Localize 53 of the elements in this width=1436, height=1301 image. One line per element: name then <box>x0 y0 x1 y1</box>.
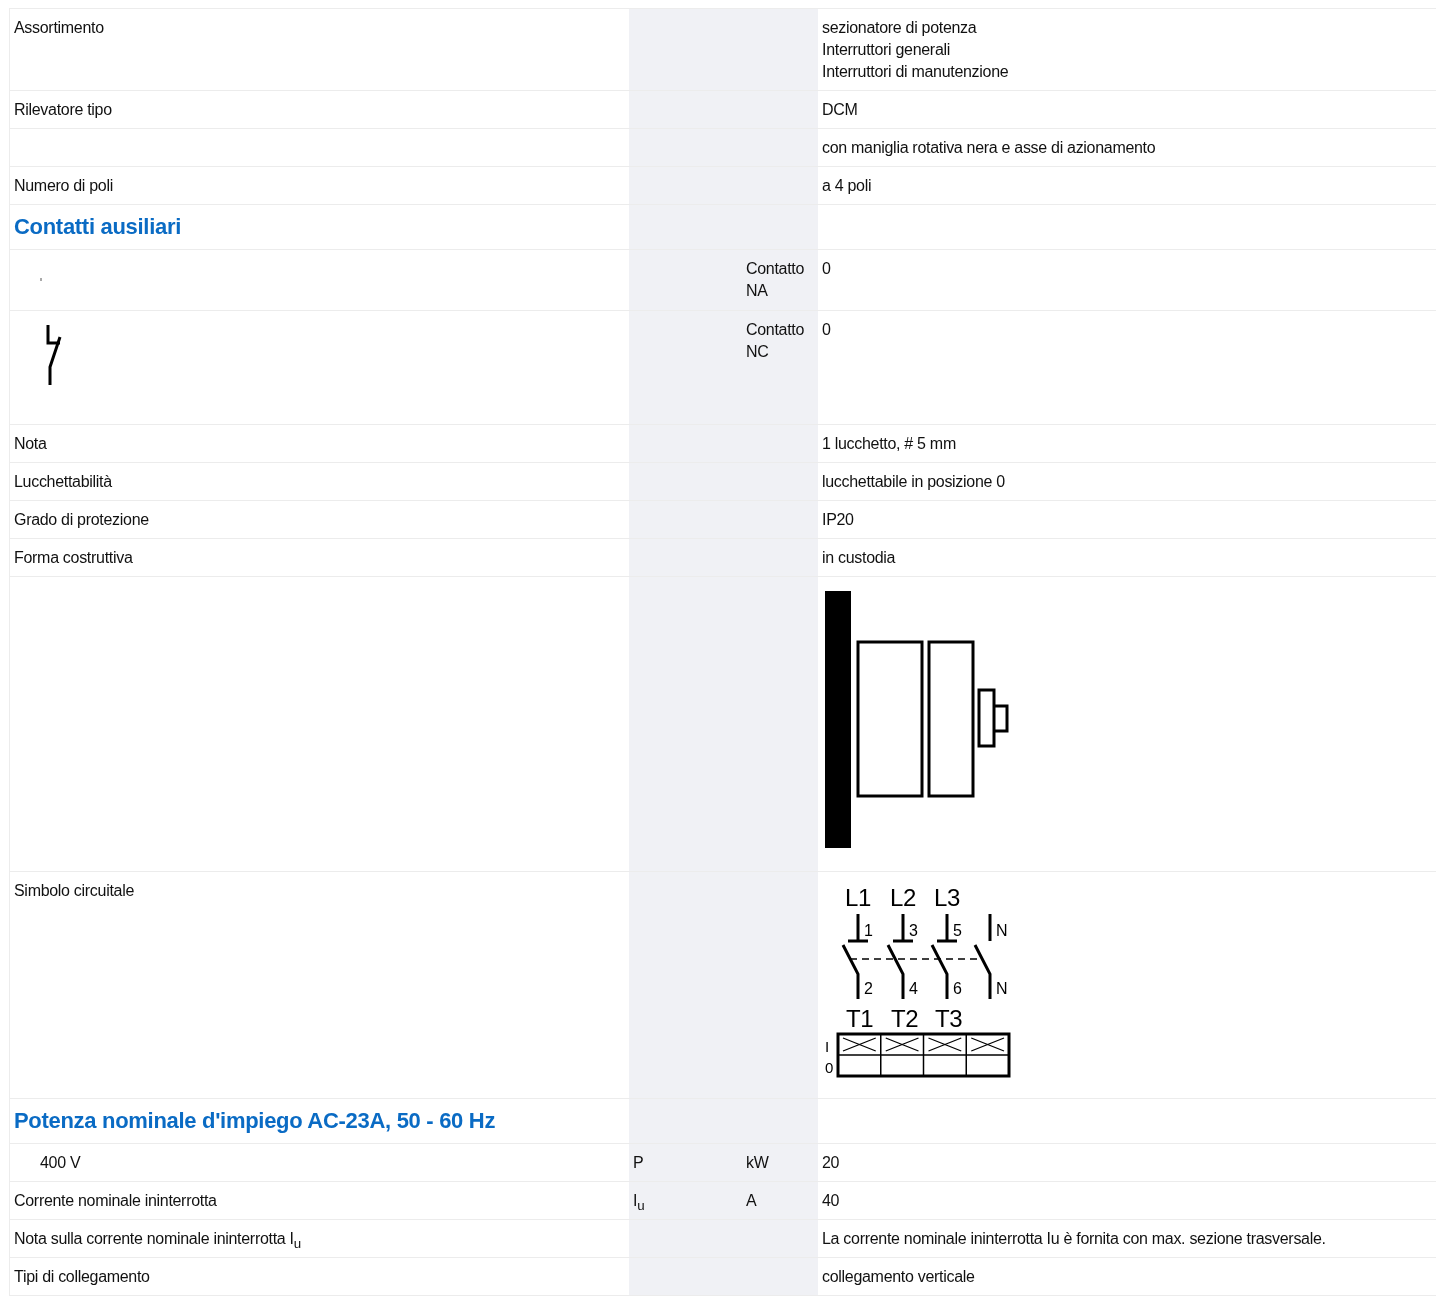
value-text: Interruttori di manutenzione <box>822 62 1010 82</box>
section-heading: Contatti ausiliari <box>14 214 181 239</box>
row-label: Forma costruttiva <box>14 549 133 566</box>
terminal-label: L1 <box>845 884 872 911</box>
value-text: IP20 <box>822 510 855 530</box>
table-cell: A <box>742 1182 818 1219</box>
row-label: Grado di protezione <box>14 511 149 528</box>
value-text: 20 <box>822 1153 841 1173</box>
value-text: Interruttori generali <box>822 40 951 60</box>
terminal-label: L3 <box>934 884 961 911</box>
switch-position-label: 0 <box>825 1059 834 1076</box>
terminal-number: 5 <box>953 922 962 939</box>
terminal-number: 2 <box>864 980 873 997</box>
table-cell: P <box>629 1144 742 1181</box>
row-label: Numero di poli <box>14 177 113 194</box>
row-label: Assortimento <box>14 19 104 36</box>
break-contact-icon <box>46 325 62 385</box>
value-text: in custodia <box>822 548 897 568</box>
value-text: sezionatore di potenza <box>822 18 978 38</box>
terminal-number: 1 <box>864 922 873 939</box>
row-label: Nota sulla corrente nominale ininterrotta I$_{u}$ <box>14 1230 301 1247</box>
value-text: a 4 poli <box>822 176 873 196</box>
terminal-number: 6 <box>953 980 962 997</box>
value-text: 40 <box>822 1191 841 1211</box>
row-label: Corrente nominale ininterrotta <box>14 1192 217 1209</box>
terminal-label: T1 <box>846 1005 874 1032</box>
value-text: La corrente nominale ininterrotta Iu è fornita con max. sezione trasversale. <box>822 1229 1327 1249</box>
value-text: collegamento verticale <box>822 1267 976 1287</box>
terminal-label: T3 <box>935 1005 963 1032</box>
terminal-number: 3 <box>909 922 918 939</box>
table-cell: kW <box>742 1144 818 1181</box>
value-text: con maniglia rotativa nera e asse di azionamento <box>822 138 1157 158</box>
value-text: DCM <box>822 100 859 120</box>
value-text: lucchettabile in posizione 0 <box>822 472 1006 492</box>
terminal-label: T2 <box>891 1005 919 1032</box>
switch-position-label: I <box>825 1038 829 1055</box>
terminal-number: N <box>996 922 1008 939</box>
row-label: Lucchettabilità <box>14 473 112 490</box>
row-label: Nota <box>14 435 47 452</box>
terminal-number: 4 <box>909 980 918 997</box>
terminal-label: L2 <box>890 884 917 911</box>
table-cell: Contatto NC <box>742 311 818 424</box>
row-label: Tipi di collegamento <box>14 1268 150 1285</box>
row-label: Rilevatore tipo <box>14 101 112 118</box>
value-text: 1 lucchetto, # 5 mm <box>822 434 957 454</box>
row-label: Simbolo circuitale <box>14 882 134 899</box>
table-cell: Contatto NA <box>742 250 818 310</box>
row-label: 400 V <box>40 1154 81 1171</box>
section-heading: Potenza nominale d'impiego AC-23A, 50 - 60 Hz <box>14 1108 496 1133</box>
value-text: 0 <box>822 259 832 279</box>
terminal-number: N <box>996 980 1008 997</box>
value-text: 0 <box>822 320 832 340</box>
table-cell: I$_{u}$ <box>629 1182 742 1219</box>
